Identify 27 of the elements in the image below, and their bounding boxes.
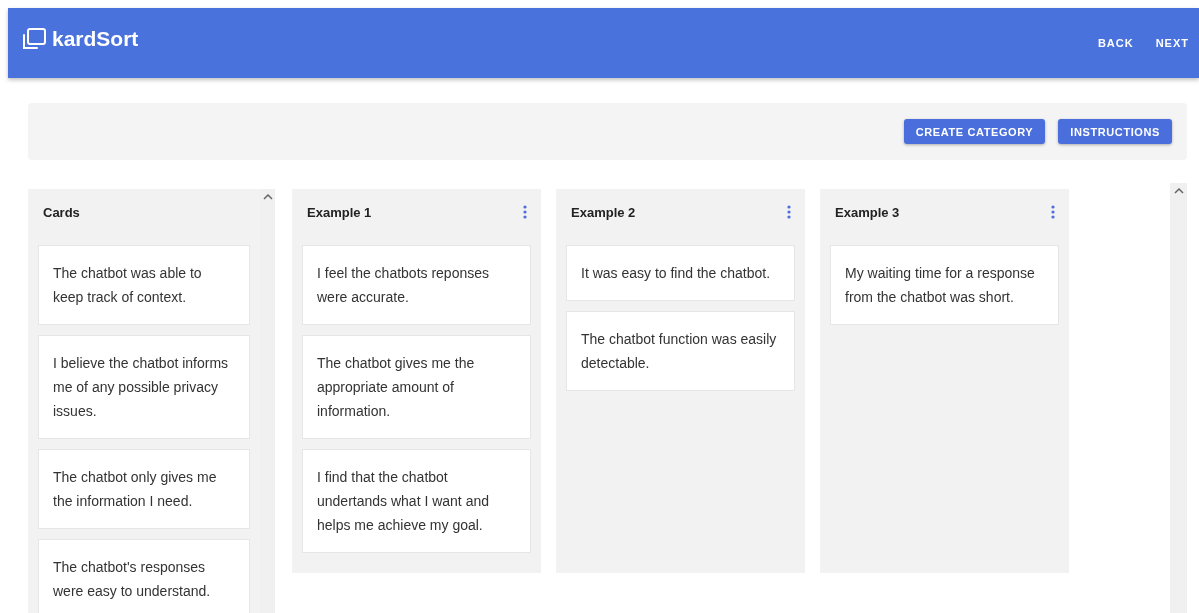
sort-card[interactable]: It was easy to find the chatbot.: [566, 245, 795, 301]
more-menu-icon[interactable]: [523, 205, 527, 219]
scrollbar[interactable]: [1170, 183, 1187, 613]
column-title: Example 3: [835, 204, 900, 220]
toolbar-button[interactable]: CREATE CATEGORY: [903, 119, 1046, 144]
sort-card[interactable]: The chatbot only gives me the information I need.: [38, 449, 250, 529]
logo-icon: [21, 27, 47, 51]
sort-card[interactable]: The chatbot's responses were easy to understand.: [38, 539, 250, 613]
more-menu-icon[interactable]: [787, 205, 791, 219]
sort-card[interactable]: My waiting time for a response from the chatbot was short.: [830, 245, 1059, 325]
column-title: Cards: [43, 204, 80, 220]
app-logo: kardSort: [52, 27, 139, 51]
toolbar-button[interactable]: INSTRUCTIONS: [1058, 119, 1172, 144]
sort-card[interactable]: The chatbot gives me the appropriate amount of information.: [302, 335, 531, 439]
sort-card[interactable]: I find that the chatbot undertands what I want and helps me achieve my goal.: [302, 449, 531, 553]
caret-icon: [1173, 188, 1184, 194]
column-title: Example 2: [571, 204, 636, 220]
caret-icon: [262, 194, 273, 200]
nav-button[interactable]: BACK: [1087, 29, 1144, 57]
column-title: Example 1: [307, 204, 372, 220]
sort-card[interactable]: The chatbot function was easily detectable.: [566, 311, 795, 391]
sort-card[interactable]: I feel the chatbots reponses were accurate.: [302, 245, 531, 325]
sort-card[interactable]: I believe the chatbot informs me of any possible privacy issues.: [38, 335, 250, 439]
sort-card[interactable]: The chatbot was able to keep track of context.: [38, 245, 250, 325]
scrollbar[interactable]: [260, 189, 275, 613]
more-menu-icon[interactable]: [1051, 205, 1055, 219]
nav-button[interactable]: NEXT: [1145, 29, 1199, 57]
